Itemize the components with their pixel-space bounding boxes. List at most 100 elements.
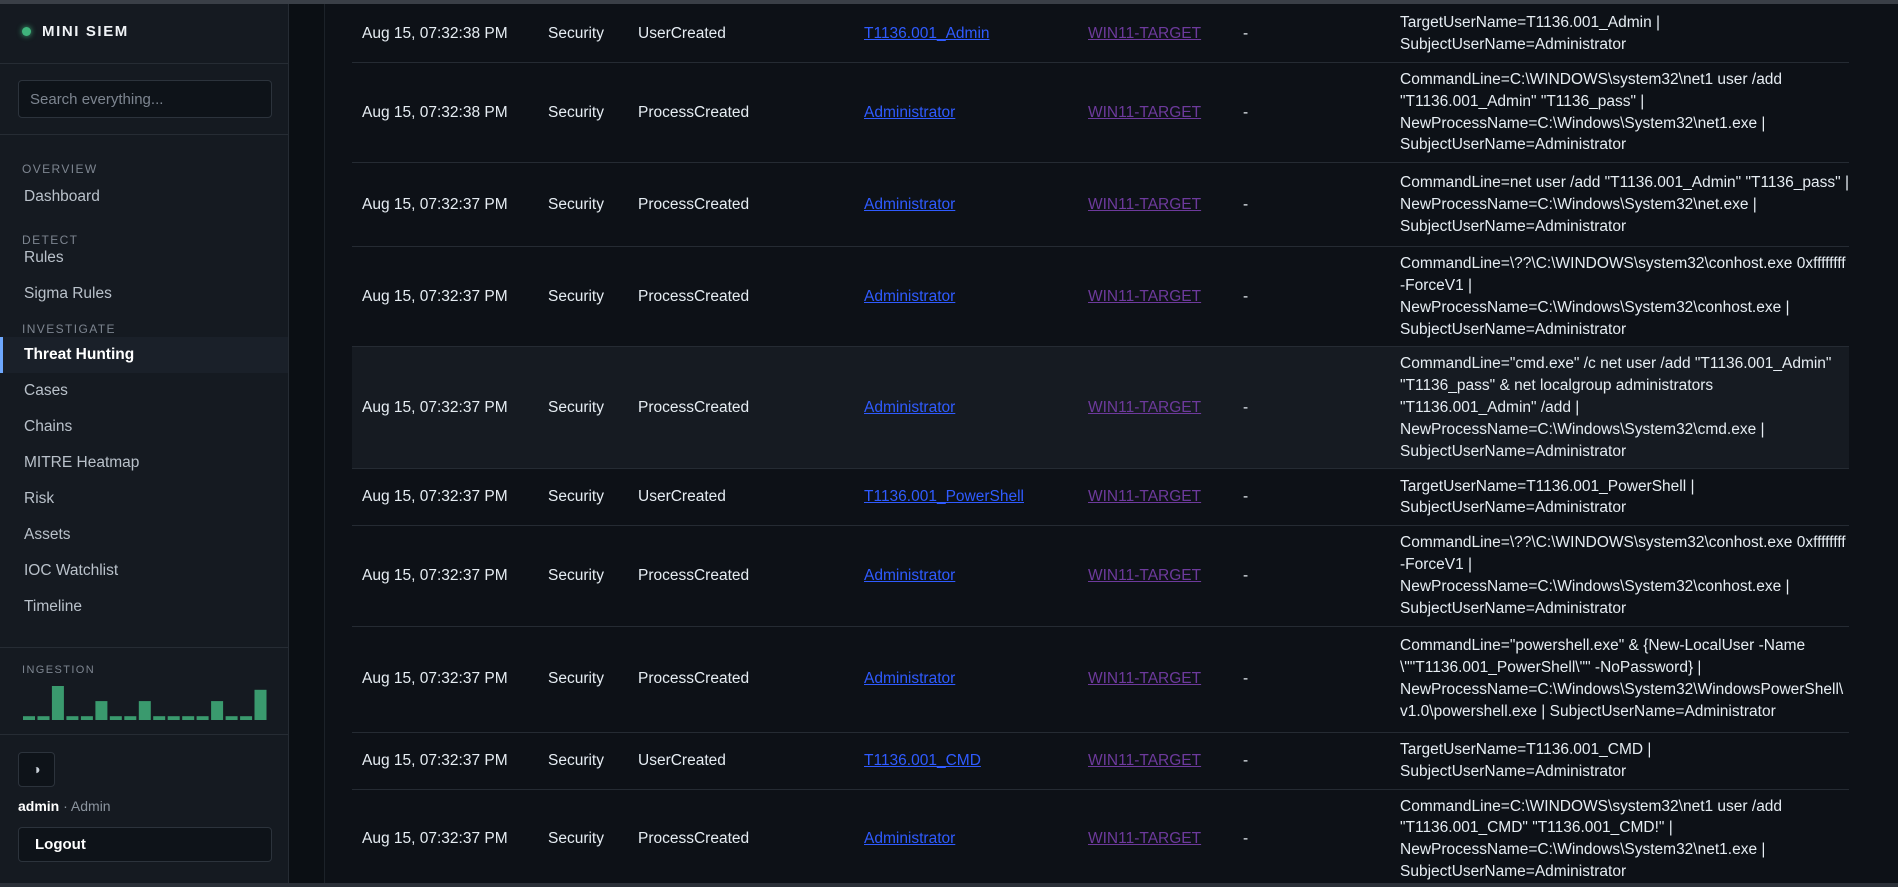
- event-details-cell: TargetUserName=T1136.001_Admin | Subject…: [1400, 6, 1849, 62]
- sidebar-item-assets[interactable]: Assets: [0, 517, 288, 553]
- event-host-link-cell: WIN11-TARGET: [1088, 399, 1243, 417]
- event-time: Aug 15, 07:32:37 PM: [362, 488, 508, 506]
- event-details-cell: TargetUserName=T1136.001_PowerShell | Su…: [1400, 470, 1849, 526]
- sidebar-item-label: Timeline: [24, 598, 82, 615]
- table-row[interactable]: Aug 15, 07:32:38 PM Security UserCreated T1…: [352, 6, 1849, 63]
- event-user-link-cell: Administrator: [864, 670, 1088, 688]
- event-source-cell: Security: [548, 830, 638, 848]
- event-host-link[interactable]: WIN11-TARGET: [1088, 830, 1201, 847]
- sidebar-item-threat-hunting[interactable]: Threat Hunting: [0, 337, 288, 373]
- event-user-link-cell: Administrator: [864, 104, 1088, 122]
- table-row[interactable]: Aug 15, 07:32:38 PM Security ProcessCreate…: [352, 63, 1849, 164]
- sidebar-item-rules[interactable]: Rules: [0, 240, 288, 276]
- table-row[interactable]: Aug 15, 07:32:37 PM Security ProcessCreate…: [352, 627, 1849, 733]
- event-host-link[interactable]: WIN11-TARGET: [1088, 488, 1201, 505]
- event-details-cell: TargetUserName=T1136.001_CMD | SubjectUs…: [1400, 733, 1849, 789]
- ingestion-bar: [240, 716, 253, 720]
- sidebar-item-ioc-watchlist[interactable]: IOC Watchlist: [0, 553, 288, 589]
- search-input[interactable]: [18, 80, 272, 118]
- event-type-cell: ProcessCreated: [638, 288, 864, 306]
- table-row[interactable]: Aug 15, 07:32:37 PM Security ProcessCreate…: [352, 247, 1849, 348]
- event-details-cell: CommandLine=\??\C:\WINDOWS\system32\conh…: [1400, 526, 1849, 625]
- event-time-cell: Aug 15, 07:32:37 PM: [352, 399, 548, 417]
- sidebar-item-sigma-rules[interactable]: Sigma Rules: [0, 276, 288, 312]
- event-user-link[interactable]: Administrator: [864, 567, 955, 584]
- event-type-cell: ProcessCreated: [638, 104, 864, 122]
- event-extra: -: [1243, 488, 1249, 506]
- event-host-link[interactable]: WIN11-TARGET: [1088, 288, 1201, 305]
- event-extra: -: [1243, 670, 1249, 688]
- event-details: CommandLine=C:\WINDOWS\system32\net1 use…: [1400, 71, 1783, 154]
- logout-button[interactable]: Logout: [18, 827, 272, 862]
- sidebar-item-label: IOC Watchlist: [24, 562, 119, 579]
- event-user-link[interactable]: Administrator: [864, 196, 955, 213]
- brand: MINI SIEM: [0, 0, 288, 64]
- event-time: Aug 15, 07:32:37 PM: [362, 830, 508, 848]
- ingestion-bar: [124, 716, 137, 720]
- event-time: Aug 15, 07:32:38 PM: [362, 103, 508, 121]
- ingestion-bar: [225, 716, 238, 720]
- event-source-cell: Security: [548, 104, 638, 122]
- event-user-link[interactable]: Administrator: [864, 830, 955, 847]
- event-user-link-cell: T1136.001_Admin: [864, 25, 1088, 43]
- event-host-link-cell: WIN11-TARGET: [1088, 196, 1243, 214]
- event-user-link[interactable]: Administrator: [864, 399, 955, 416]
- event-extra: -: [1243, 25, 1249, 42]
- event-user-link[interactable]: T1136.001_Admin: [864, 25, 990, 42]
- table-row[interactable]: Aug 15, 07:32:37 PM Security ProcessCreate…: [352, 790, 1849, 887]
- event-details-cell: CommandLine="cmd.exe" /c net user /add "…: [1400, 347, 1849, 468]
- sidebar-item-chains[interactable]: Chains: [0, 409, 288, 445]
- event-host-link[interactable]: WIN11-TARGET: [1088, 567, 1201, 584]
- event-type: UserCreated: [638, 751, 726, 769]
- event-extra: -: [1243, 398, 1249, 416]
- event-extra-cell: -: [1243, 567, 1400, 585]
- event-type-cell: ProcessCreated: [638, 670, 864, 688]
- event-user-link-cell: Administrator: [864, 399, 1088, 417]
- event-user-link[interactable]: Administrator: [864, 670, 955, 687]
- app-window: MINI SIEM OVERVIEW Dashboard DETECT Rule…: [0, 0, 1898, 887]
- event-user-link[interactable]: T1136.001_CMD: [864, 752, 981, 769]
- event-time: Aug 15, 07:32:37 PM: [362, 195, 508, 213]
- event-host-link[interactable]: WIN11-TARGET: [1088, 196, 1201, 213]
- event-extra-cell: -: [1243, 399, 1400, 417]
- event-user-link[interactable]: T1136.001_PowerShell: [864, 488, 1024, 505]
- event-type: ProcessCreated: [638, 103, 750, 121]
- sidebar-item-label: Rules: [24, 249, 64, 266]
- event-source: Security: [548, 287, 604, 305]
- scroll-gutter: [289, 0, 325, 887]
- sidebar-item-timeline[interactable]: Timeline: [0, 589, 288, 625]
- theme-toggle-button[interactable]: ◑: [18, 752, 55, 787]
- event-details-cell: CommandLine=C:\WINDOWS\system32\net1 use…: [1400, 63, 1849, 162]
- sidebar-item-risk[interactable]: Risk: [0, 481, 288, 517]
- event-host-link[interactable]: WIN11-TARGET: [1088, 752, 1201, 769]
- table-row[interactable]: Aug 15, 07:32:37 PM Security ProcessCreate…: [352, 526, 1849, 627]
- event-host-link[interactable]: WIN11-TARGET: [1088, 104, 1201, 121]
- sidebar-item-label: Dashboard: [24, 188, 100, 205]
- sidebar-item-dashboard[interactable]: Dashboard: [0, 179, 288, 215]
- table-row[interactable]: Aug 15, 07:32:37 PM Security ProcessCreate…: [352, 163, 1849, 248]
- sidebar-item-mitre-heatmap[interactable]: MITRE Heatmap: [0, 445, 288, 481]
- table-row[interactable]: Aug 15, 07:32:37 PM Security ProcessCreate…: [352, 347, 1849, 470]
- event-source: Security: [548, 398, 604, 416]
- table-row[interactable]: Aug 15, 07:32:37 PM Security UserCreated T1…: [352, 733, 1849, 790]
- event-user-link-cell: Administrator: [864, 567, 1088, 585]
- sidebar-item-label: Threat Hunting: [24, 346, 135, 363]
- sidebar-item-cases[interactable]: Cases: [0, 373, 288, 409]
- event-details: TargetUserName=T1136.001_Admin | Subject…: [1400, 14, 1661, 53]
- sidebar-nav: OVERVIEW Dashboard DETECT Rules Sigma Ru…: [0, 150, 288, 645]
- event-host-link[interactable]: WIN11-TARGET: [1088, 25, 1201, 42]
- table-row[interactable]: Aug 15, 07:32:37 PM Security UserCreated T1…: [352, 469, 1849, 527]
- event-user-link-cell: T1136.001_PowerShell: [864, 488, 1088, 506]
- event-details-cell: CommandLine="powershell.exe" & {New-Loca…: [1400, 629, 1849, 728]
- event-host-link[interactable]: WIN11-TARGET: [1088, 399, 1201, 416]
- event-type-cell: UserCreated: [638, 25, 864, 43]
- event-host-link-cell: WIN11-TARGET: [1088, 488, 1243, 506]
- user-role: Admin: [70, 798, 111, 814]
- event-extra-cell: -: [1243, 196, 1400, 214]
- event-host-link[interactable]: WIN11-TARGET: [1088, 670, 1201, 687]
- sidebar-item-label: MITRE Heatmap: [24, 454, 140, 471]
- event-type-cell: ProcessCreated: [638, 399, 864, 417]
- event-user-link[interactable]: Administrator: [864, 104, 955, 121]
- event-user-link[interactable]: Administrator: [864, 288, 955, 305]
- user-info: admin · Admin: [18, 798, 111, 814]
